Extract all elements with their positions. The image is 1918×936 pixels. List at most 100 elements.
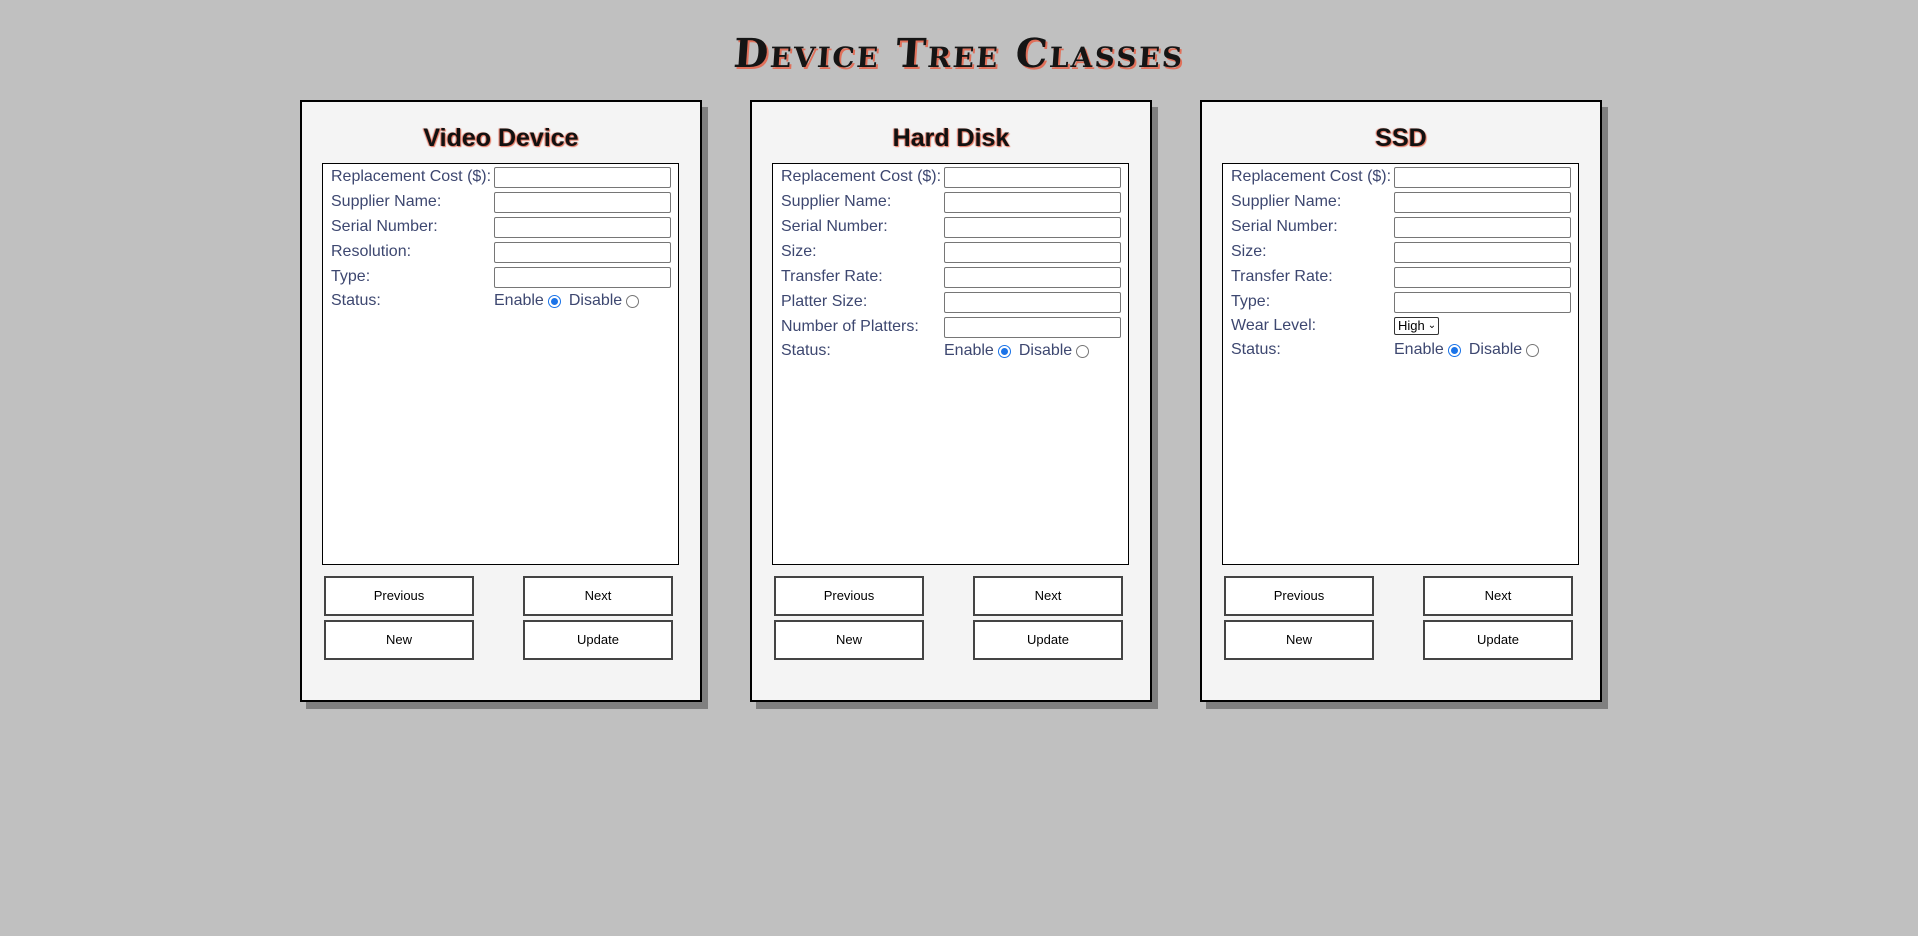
- field-label: Number of Platters:: [781, 318, 919, 335]
- previous-button[interactable]: Previous: [324, 576, 474, 616]
- replacement-cost-input[interactable]: [944, 167, 1121, 188]
- new-button[interactable]: New: [774, 620, 924, 660]
- form-row: Supplier Name:: [1231, 191, 1571, 213]
- status-label: Status:: [331, 292, 381, 309]
- status-label: Status:: [1231, 341, 1281, 358]
- form-row: Size:: [781, 241, 1121, 263]
- field-label: Replacement Cost ($):: [331, 168, 492, 185]
- field-label: Serial Number:: [781, 218, 888, 235]
- size-input[interactable]: [1394, 242, 1571, 263]
- form-row: Serial Number:: [1231, 216, 1571, 238]
- field-label: Supplier Name:: [781, 193, 892, 210]
- form-row: Transfer Rate:: [1231, 266, 1571, 288]
- form-row: Resolution:: [331, 241, 671, 263]
- field-label: Replacement Cost ($):: [1231, 168, 1392, 185]
- update-button[interactable]: Update: [973, 620, 1123, 660]
- form-row: Replacement Cost ($):: [781, 166, 1121, 188]
- ssd-panel: SSD Replacement Cost ($): Supplier Name:…: [1200, 100, 1602, 702]
- serial-number-input[interactable]: [1394, 217, 1571, 238]
- size-input[interactable]: [944, 242, 1121, 263]
- next-button[interactable]: Next: [973, 576, 1123, 616]
- number-of-platters-input[interactable]: [944, 317, 1121, 338]
- supplier-name-input[interactable]: [494, 192, 671, 213]
- wear-level-value: High: [1398, 318, 1425, 333]
- replacement-cost-input[interactable]: [494, 167, 671, 188]
- enable-label: Enable: [944, 342, 994, 359]
- disable-label: Disable: [568, 292, 623, 309]
- transfer-rate-input[interactable]: [1394, 267, 1571, 288]
- field-label: Supplier Name:: [1231, 193, 1342, 210]
- disable-label: Disable: [1468, 341, 1523, 358]
- status-radio-group: Enable Disable: [944, 341, 1097, 361]
- next-button[interactable]: Next: [523, 576, 673, 616]
- serial-number-input[interactable]: [494, 217, 671, 238]
- field-label: Serial Number:: [331, 218, 438, 235]
- enable-radio[interactable]: [997, 344, 1011, 358]
- hard-disk-panel: Hard Disk Replacement Cost ($): Supplier…: [750, 100, 1152, 702]
- field-label: Size:: [781, 243, 817, 260]
- disable-radio[interactable]: [626, 294, 640, 308]
- field-label: Platter Size:: [781, 293, 868, 310]
- wear-level-row: Wear Level: High ⌄: [1231, 315, 1571, 337]
- field-label: Size:: [1231, 243, 1267, 260]
- field-label: Type:: [1231, 293, 1271, 310]
- panel-title: SSD: [1375, 124, 1427, 152]
- replacement-cost-input[interactable]: [1394, 167, 1571, 188]
- field-label: Serial Number:: [1231, 218, 1338, 235]
- transfer-rate-input[interactable]: [944, 267, 1121, 288]
- panel-title: Video Device: [423, 124, 579, 152]
- page-title: Device Tree Classes: [732, 30, 1187, 77]
- status-row: Status: Enable Disable: [1231, 339, 1571, 361]
- supplier-name-input[interactable]: [944, 192, 1121, 213]
- panel-title: Hard Disk: [892, 124, 1010, 152]
- form-row: Number of Platters:: [781, 316, 1121, 338]
- status-row: Status: Enable Disable: [781, 340, 1121, 362]
- video-device-panel: Video Device Replacement Cost ($): Suppl…: [300, 100, 702, 702]
- form-row: Supplier Name:: [781, 191, 1121, 213]
- chevron-down-icon: ⌄: [1427, 320, 1437, 331]
- disable-radio[interactable]: [1526, 343, 1540, 357]
- form-row: Type:: [331, 266, 671, 288]
- ssd-form: Replacement Cost ($): Supplier Name: Ser…: [1222, 163, 1579, 565]
- form-row: Transfer Rate:: [781, 266, 1121, 288]
- field-label: Transfer Rate:: [1231, 268, 1333, 285]
- field-label: Supplier Name:: [331, 193, 442, 210]
- enable-label: Enable: [1394, 341, 1444, 358]
- form-row: Replacement Cost ($):: [1231, 166, 1571, 188]
- field-label: Transfer Rate:: [781, 268, 883, 285]
- previous-button[interactable]: Previous: [774, 576, 924, 616]
- enable-label: Enable: [494, 292, 544, 309]
- type-input[interactable]: [1394, 292, 1571, 313]
- wear-level-select[interactable]: High ⌄: [1394, 317, 1440, 335]
- field-label: Type:: [331, 268, 371, 285]
- resolution-input[interactable]: [494, 242, 671, 263]
- field-label: Replacement Cost ($):: [781, 168, 942, 185]
- next-button[interactable]: Next: [1423, 576, 1573, 616]
- form-row: Size:: [1231, 241, 1571, 263]
- video-device-form: Replacement Cost ($): Supplier Name: Ser…: [322, 163, 679, 565]
- form-row: Serial Number:: [331, 216, 671, 238]
- new-button[interactable]: New: [324, 620, 474, 660]
- previous-button[interactable]: Previous: [1224, 576, 1374, 616]
- field-label: Resolution:: [331, 243, 412, 260]
- hard-disk-form: Replacement Cost ($): Supplier Name: Ser…: [772, 163, 1129, 565]
- form-row: Type:: [1231, 291, 1571, 313]
- form-row: Supplier Name:: [331, 191, 671, 213]
- enable-radio[interactable]: [547, 294, 561, 308]
- update-button[interactable]: Update: [1423, 620, 1573, 660]
- platter-size-input[interactable]: [944, 292, 1121, 313]
- supplier-name-input[interactable]: [1394, 192, 1571, 213]
- disable-label: Disable: [1018, 342, 1073, 359]
- form-row: Serial Number:: [781, 216, 1121, 238]
- status-radio-group: Enable Disable: [494, 291, 647, 311]
- status-label: Status:: [781, 342, 831, 359]
- serial-number-input[interactable]: [944, 217, 1121, 238]
- form-row: Replacement Cost ($):: [331, 166, 671, 188]
- disable-radio[interactable]: [1076, 344, 1090, 358]
- form-row: Platter Size:: [781, 291, 1121, 313]
- enable-radio[interactable]: [1447, 343, 1461, 357]
- status-row: Status: Enable Disable: [331, 290, 671, 312]
- type-input[interactable]: [494, 267, 671, 288]
- update-button[interactable]: Update: [523, 620, 673, 660]
- new-button[interactable]: New: [1224, 620, 1374, 660]
